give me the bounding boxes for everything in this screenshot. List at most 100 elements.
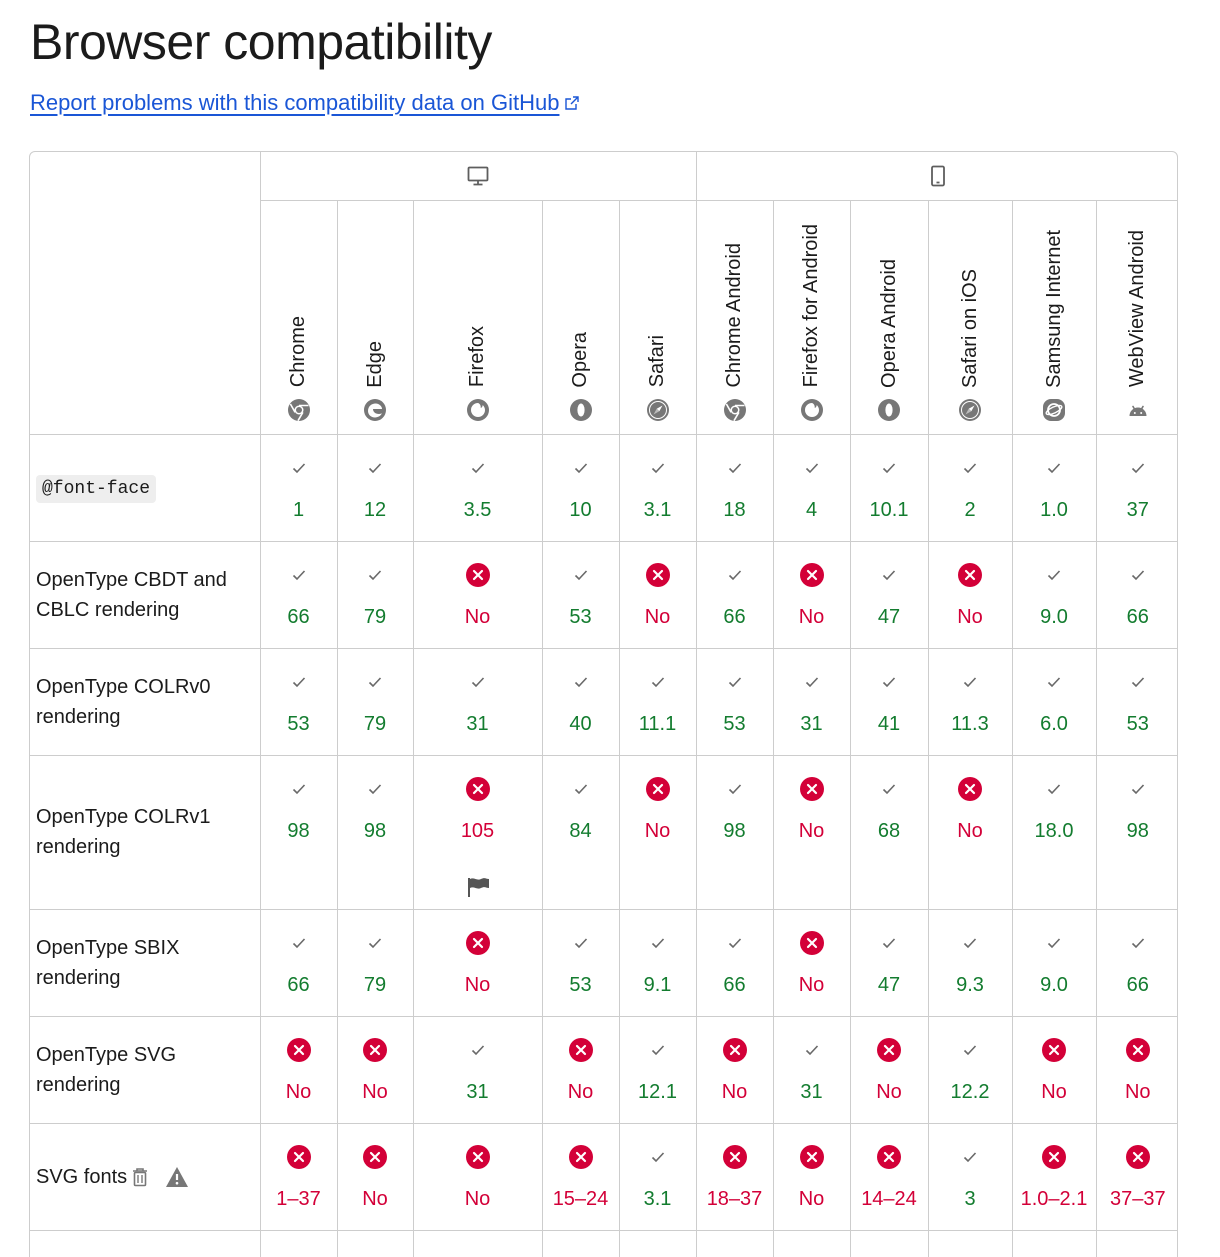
support-cell-chrome_android[interactable] bbox=[695, 1229, 774, 1257]
support-cell-webview[interactable] bbox=[1095, 1229, 1177, 1257]
support-cell-edge[interactable]: No bbox=[336, 1015, 414, 1124]
support-cell-chrome[interactable] bbox=[259, 1229, 338, 1257]
support-cell-chrome[interactable]: 98 bbox=[259, 754, 338, 910]
support-cell-firefox_android[interactable]: No bbox=[772, 908, 851, 1017]
support-cell-opera[interactable]: 40 bbox=[541, 647, 620, 756]
support-cell-firefox[interactable]: No bbox=[412, 540, 543, 649]
support-cell-chrome[interactable]: 1–37 bbox=[259, 1122, 338, 1231]
support-cell-samsung[interactable]: 1.0 bbox=[1011, 433, 1097, 542]
browser-header-edge: Edge bbox=[336, 199, 414, 435]
support-cell-opera_android[interactable]: 47 bbox=[849, 540, 929, 649]
support-cell-samsung[interactable]: No bbox=[1011, 1015, 1097, 1124]
support-cell-firefox[interactable]: No bbox=[412, 908, 543, 1017]
support-cell-opera[interactable]: 10 bbox=[541, 433, 620, 542]
support-cell-firefox[interactable]: 105 bbox=[412, 754, 543, 910]
support-cell-safari_ios[interactable]: 9.3 bbox=[927, 908, 1013, 1017]
support-cell-opera[interactable]: No bbox=[541, 1015, 620, 1124]
support-cell-firefox_android[interactable]: No bbox=[772, 540, 851, 649]
support-cell-chrome_android[interactable]: 66 bbox=[695, 908, 774, 1017]
support-cell-samsung[interactable]: 9.0 bbox=[1011, 908, 1097, 1017]
support-cell-firefox_android[interactable]: 4 bbox=[772, 433, 851, 542]
support-cell-safari_ios[interactable]: 11.3 bbox=[927, 647, 1013, 756]
support-cell-opera_android[interactable]: 14–24 bbox=[849, 1122, 929, 1231]
support-cell-safari[interactable]: No bbox=[618, 754, 697, 910]
support-cell-webview[interactable]: 37 bbox=[1095, 433, 1177, 542]
check-icon bbox=[414, 1037, 542, 1063]
support-cell-edge[interactable]: 79 bbox=[336, 647, 414, 756]
support-cell-samsung[interactable]: 18.0 bbox=[1011, 754, 1097, 910]
deprecated-icon[interactable] bbox=[131, 1167, 149, 1187]
check-icon bbox=[338, 562, 413, 588]
support-cell-firefox[interactable]: 31 bbox=[412, 647, 543, 756]
version-label: No bbox=[876, 1080, 902, 1103]
support-cell-chrome[interactable]: 66 bbox=[259, 540, 338, 649]
support-cell-firefox_android[interactable]: 31 bbox=[772, 1015, 851, 1124]
support-cell-opera_android[interactable]: 68 bbox=[849, 754, 929, 910]
support-cell-edge[interactable]: No bbox=[336, 1122, 414, 1231]
support-cell-samsung[interactable] bbox=[1011, 1229, 1097, 1257]
support-cell-safari[interactable]: 12.1 bbox=[618, 1015, 697, 1124]
support-cell-opera_android[interactable]: 41 bbox=[849, 647, 929, 756]
support-cell-safari[interactable]: 3.1 bbox=[618, 1122, 697, 1231]
feature-name-cell: OpenType COLRv1 rendering bbox=[30, 754, 261, 910]
support-cell-edge[interactable]: 79 bbox=[336, 908, 414, 1017]
support-cell-firefox_android[interactable]: No bbox=[772, 754, 851, 910]
support-cell-opera_android[interactable]: No bbox=[849, 1015, 929, 1124]
support-cell-firefox[interactable]: 3.5 bbox=[412, 433, 543, 542]
support-cell-opera[interactable] bbox=[541, 1229, 620, 1257]
support-cell-firefox_android[interactable] bbox=[772, 1229, 851, 1257]
support-cell-chrome[interactable]: 66 bbox=[259, 908, 338, 1017]
support-cell-safari_ios[interactable]: 12.2 bbox=[927, 1015, 1013, 1124]
support-cell-safari[interactable]: 3.1 bbox=[618, 433, 697, 542]
support-cell-chrome_android[interactable]: 18 bbox=[695, 433, 774, 542]
support-cell-firefox_android[interactable]: No bbox=[772, 1122, 851, 1231]
support-cell-opera[interactable]: 15–24 bbox=[541, 1122, 620, 1231]
support-cell-safari_ios[interactable]: No bbox=[927, 754, 1013, 910]
support-cell-opera[interactable]: 53 bbox=[541, 908, 620, 1017]
edge-icon bbox=[363, 398, 387, 422]
support-cell-chrome[interactable]: No bbox=[259, 1015, 338, 1124]
support-cell-webview[interactable]: 37–37 bbox=[1095, 1122, 1177, 1231]
support-cell-edge[interactable] bbox=[336, 1229, 414, 1257]
support-cell-firefox_android[interactable]: 31 bbox=[772, 647, 851, 756]
support-cell-webview[interactable]: 98 bbox=[1095, 754, 1177, 910]
warning-icon[interactable] bbox=[165, 1166, 189, 1188]
support-cell-safari_ios[interactable]: No bbox=[927, 540, 1013, 649]
support-cell-samsung[interactable]: 6.0 bbox=[1011, 647, 1097, 756]
support-cell-chrome_android[interactable]: 98 bbox=[695, 754, 774, 910]
support-cell-chrome[interactable]: 1 bbox=[259, 433, 338, 542]
support-cell-safari_ios[interactable]: 2 bbox=[927, 433, 1013, 542]
support-cell-edge[interactable]: 79 bbox=[336, 540, 414, 649]
support-cell-webview[interactable]: 66 bbox=[1095, 540, 1177, 649]
support-cell-safari[interactable]: No bbox=[618, 540, 697, 649]
support-cell-chrome_android[interactable]: No bbox=[695, 1015, 774, 1124]
support-cell-safari[interactable]: 9.1 bbox=[618, 908, 697, 1017]
support-cell-opera[interactable]: 84 bbox=[541, 754, 620, 910]
support-cell-safari[interactable] bbox=[618, 1229, 697, 1257]
support-cell-samsung[interactable]: 9.0 bbox=[1011, 540, 1097, 649]
cross-icon bbox=[697, 1037, 773, 1063]
report-link[interactable]: Report problems with this compatibility … bbox=[30, 90, 580, 117]
support-cell-opera_android[interactable]: 10.1 bbox=[849, 433, 929, 542]
support-cell-chrome_android[interactable]: 66 bbox=[695, 540, 774, 649]
support-cell-firefox[interactable]: No bbox=[412, 1122, 543, 1231]
support-cell-samsung[interactable]: 1.0–2.1 bbox=[1011, 1122, 1097, 1231]
support-cell-opera_android[interactable]: 47 bbox=[849, 908, 929, 1017]
support-cell-chrome[interactable]: 53 bbox=[259, 647, 338, 756]
support-cell-webview[interactable]: 66 bbox=[1095, 908, 1177, 1017]
support-cell-edge[interactable]: 12 bbox=[336, 433, 414, 542]
support-cell-safari_ios[interactable]: 3 bbox=[927, 1122, 1013, 1231]
support-cell-webview[interactable]: No bbox=[1095, 1015, 1177, 1124]
cross-icon bbox=[774, 930, 850, 956]
support-cell-chrome_android[interactable]: 18–37 bbox=[695, 1122, 774, 1231]
support-cell-webview[interactable]: 53 bbox=[1095, 647, 1177, 756]
version-label: 53 bbox=[569, 973, 592, 996]
support-cell-opera[interactable]: 53 bbox=[541, 540, 620, 649]
support-cell-firefox[interactable]: 31 bbox=[412, 1015, 543, 1124]
support-cell-edge[interactable]: 98 bbox=[336, 754, 414, 910]
support-cell-firefox[interactable] bbox=[412, 1229, 543, 1257]
support-cell-chrome_android[interactable]: 53 bbox=[695, 647, 774, 756]
support-cell-safari[interactable]: 11.1 bbox=[618, 647, 697, 756]
support-cell-safari_ios[interactable] bbox=[927, 1229, 1013, 1257]
support-cell-opera_android[interactable] bbox=[849, 1229, 929, 1257]
